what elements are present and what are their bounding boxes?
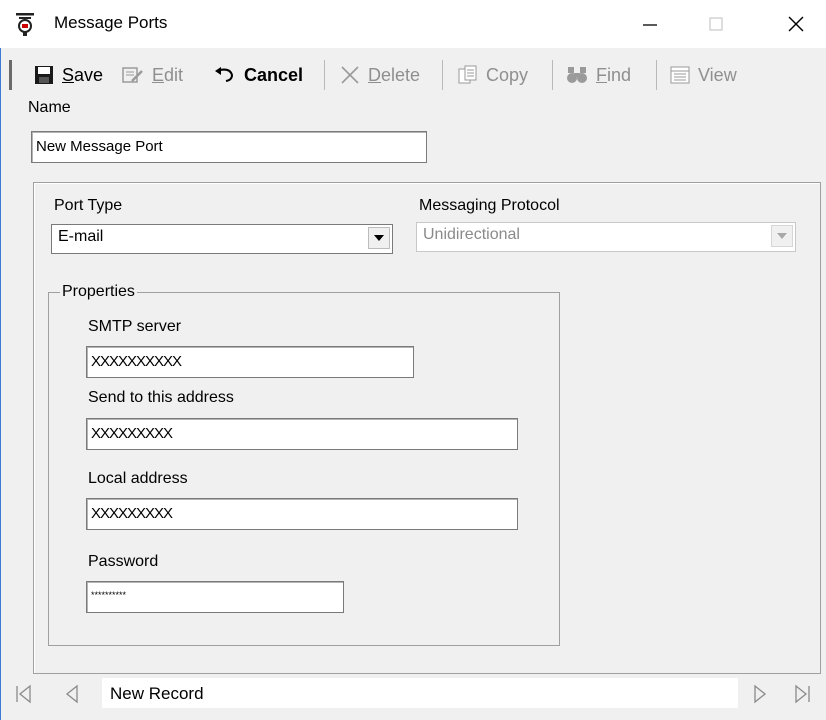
find-button[interactable]: Find (566, 62, 631, 88)
dropdown-arrow-button[interactable] (771, 225, 793, 247)
last-record-button[interactable] (782, 678, 822, 710)
floppy-disk-icon (35, 66, 53, 84)
smtp-server-label: SMTP server (88, 318, 182, 335)
close-icon (788, 16, 804, 32)
find-hotkey: F (596, 64, 607, 85)
cancel-button[interactable]: Cancel (214, 62, 303, 88)
delete-hotkey: D (368, 64, 381, 85)
form-view-icon (670, 66, 690, 84)
password-label: Password (88, 553, 159, 570)
maximize-button[interactable] (686, 0, 746, 48)
save-button[interactable]: Save (34, 62, 103, 88)
edit-pencil-icon (122, 67, 143, 83)
name-label: Name (28, 99, 71, 116)
local-address-input[interactable]: XXXXXXXXX (86, 498, 518, 530)
maximize-icon (709, 17, 723, 31)
properties-group-title: Properties (60, 283, 137, 301)
binoculars-icon (567, 67, 587, 83)
dropdown-arrow-button[interactable] (368, 227, 390, 249)
cancel-label: Cancel (244, 64, 304, 85)
view-button[interactable]: View (670, 62, 737, 88)
delete-label: elete (381, 64, 421, 85)
toolbar-separator (442, 60, 443, 90)
messaging-protocol-value: Unidirectional (423, 226, 520, 243)
undo-arrow-icon (215, 67, 234, 82)
previous-record-button[interactable] (52, 678, 92, 710)
local-address-label: Local address (88, 470, 188, 487)
delete-button[interactable]: Delete (340, 62, 420, 88)
copy-button[interactable]: Copy (458, 62, 528, 88)
port-type-dropdown[interactable]: E-mail (51, 224, 393, 254)
smtp-server-input[interactable]: XXXXXXXXXX (86, 346, 414, 378)
title-bar: Message Ports (0, 0, 826, 48)
find-label: ind (607, 64, 632, 85)
window-border (0, 48, 1, 720)
close-button[interactable] (766, 0, 826, 48)
port-type-label: Port Type (54, 197, 123, 214)
previous-record-icon (65, 684, 78, 704)
last-record-icon (795, 684, 810, 704)
save-label: ave (74, 64, 104, 85)
edit-label: dit (164, 64, 184, 85)
send-to-address-label: Send to this address (88, 389, 234, 406)
chevron-down-icon (777, 233, 787, 239)
toolbar-separator (656, 60, 657, 90)
first-record-button[interactable] (4, 678, 44, 710)
toolbar-grip[interactable] (9, 60, 12, 90)
edit-button[interactable]: Edit (122, 62, 183, 88)
first-record-icon (16, 684, 31, 704)
chevron-down-icon (374, 235, 384, 241)
toolbar-separator (552, 60, 553, 90)
save-hotkey: S (62, 64, 75, 85)
edit-hotkey: E (152, 64, 165, 85)
next-record-button[interactable] (740, 678, 780, 710)
toolbar-separator (324, 60, 325, 90)
app-icon (16, 13, 34, 36)
toolbar: Save Edit Cancel Delete Copy F ind View (0, 56, 826, 94)
send-to-address-input[interactable]: XXXXXXXXX (86, 418, 518, 450)
message-ports-window: Message Ports Save E dit Cancel D elete … (0, 0, 826, 720)
messaging-protocol-dropdown[interactable]: Unidirectional (416, 222, 796, 252)
messaging-protocol-label: Messaging Protocol (419, 197, 560, 214)
password-input[interactable]: ********** (86, 581, 344, 613)
copy-icon (458, 65, 477, 84)
next-record-icon (754, 684, 767, 704)
copy-label: Copy (486, 64, 529, 85)
view-label: View (698, 64, 737, 85)
minimize-icon (643, 24, 657, 26)
delete-x-icon (341, 66, 359, 84)
minimize-button[interactable] (620, 0, 680, 48)
record-status: New Record (102, 678, 738, 708)
port-type-value: E-mail (58, 228, 104, 245)
window-title: Message Ports (54, 13, 168, 32)
name-input[interactable]: New Message Port (31, 131, 427, 163)
